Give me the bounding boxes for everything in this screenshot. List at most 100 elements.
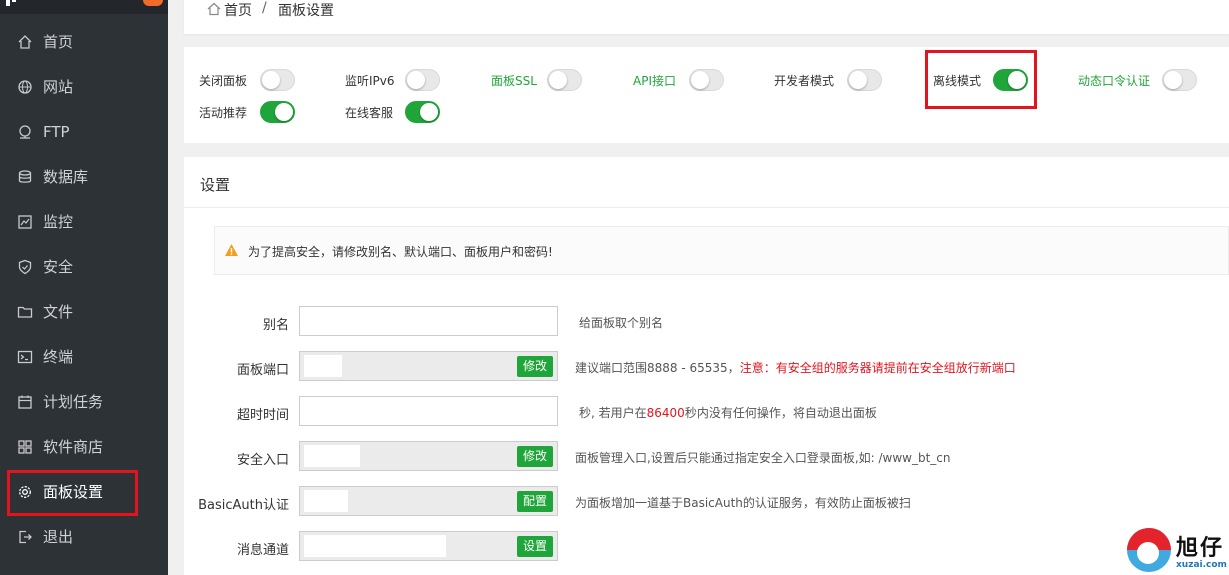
switch[interactable]	[405, 69, 440, 91]
toggle-label: 活动推荐	[199, 105, 248, 120]
sidebar-item-label: 终端	[43, 348, 74, 366]
switch-knob	[262, 71, 280, 89]
sidebar-item-label: 计划任务	[43, 393, 104, 411]
switch[interactable]	[260, 101, 295, 123]
switch[interactable]	[405, 101, 440, 123]
switch-knob	[275, 103, 293, 121]
sidebar-item-label: 安全	[43, 258, 74, 276]
toggle-label: 监听IPv6	[345, 73, 395, 88]
warning-banner: 为了提高安全，请修改别名、默认端口、面板用户和密码!	[214, 226, 1229, 275]
terminal-icon	[17, 349, 33, 365]
sidebar-item-monitor[interactable]: 监控	[0, 199, 168, 244]
timeout-label: 超时时间	[236, 408, 289, 423]
home-icon	[17, 34, 33, 50]
breadcrumb-home[interactable]: 首页	[224, 0, 252, 20]
toggle-developer[interactable]: 开发者模式	[774, 68, 882, 92]
folder-icon	[17, 304, 33, 320]
apps-icon	[17, 439, 33, 455]
channel-set-button[interactable]: 设置	[516, 536, 553, 557]
alias-label: 别名	[262, 318, 289, 333]
toggle-panel: 关闭面板 监听IPv6 面板SSL API接口 开发者模式 离线模式 动态口令认…	[184, 47, 1229, 143]
settings-title: 设置	[200, 176, 231, 194]
calendar-icon	[17, 394, 33, 410]
toggle-label: 关闭面板	[199, 73, 248, 88]
sidebar-item-website[interactable]: 网站	[0, 64, 168, 109]
sidebar-item-store[interactable]: 软件商店	[0, 424, 168, 469]
basicauth-hint: 为面板增加一道基于BasicAuth的认证服务，有效防止面板被扫	[575, 494, 911, 511]
sidebar-item-database[interactable]: 数据库	[0, 154, 168, 199]
toggle-label: 动态口令认证	[1078, 73, 1151, 88]
toggle-close-panel[interactable]: 关闭面板	[199, 68, 295, 92]
warning-icon	[224, 243, 239, 257]
hint-text: 秒, 若用户在	[579, 406, 647, 420]
switch-knob	[849, 71, 867, 89]
toggle-api[interactable]: API接口	[633, 68, 724, 92]
sidebar-item-label: 软件商店	[43, 438, 104, 456]
sidebar-item-security[interactable]: 安全	[0, 244, 168, 289]
switch-knob	[407, 71, 425, 89]
switch[interactable]	[689, 69, 724, 91]
sidebar-item-label: 首页	[43, 33, 74, 51]
switch-knob	[691, 71, 709, 89]
hint-text: 面板管理入口,设置后只能通过指定安全入口登录面板,如: /www_bt_cn	[575, 451, 951, 465]
sidebar-item-label: 数据库	[43, 168, 89, 186]
toggle-support[interactable]: 在线客服	[345, 100, 440, 124]
notification-badge[interactable]	[143, 0, 163, 6]
watermark-emblem	[1127, 528, 1171, 572]
switch-knob	[549, 71, 567, 89]
entrance-label: 安全入口	[236, 453, 289, 468]
port-hint: 建议端口范围8888 - 65535，注意：有安全组的服务器请提前在安全组放行新…	[575, 359, 1016, 376]
channel-label: 消息通道	[236, 543, 289, 558]
toggle-ipv6[interactable]: 监听IPv6	[345, 68, 440, 92]
logo	[6, 0, 20, 13]
watermark-logo: 旭仔 xuzai.com	[1124, 526, 1229, 575]
sidebar-item-label: 文件	[43, 303, 74, 321]
alias-input[interactable]	[299, 306, 558, 336]
watermark-text: 旭仔	[1176, 535, 1225, 561]
home-icon[interactable]	[206, 1, 222, 17]
sidebar-item-label: 监控	[43, 213, 74, 231]
breadcrumb-separator: /	[262, 0, 267, 16]
switch[interactable]	[847, 69, 882, 91]
toggle-recommend[interactable]: 活动推荐	[199, 100, 295, 124]
sidebar-item-label: FTP	[43, 122, 70, 141]
sidebar-item-terminal[interactable]: 终端	[0, 334, 168, 379]
hint-text: 建议端口范围8888 - 65535，	[575, 361, 740, 375]
warning-text: 为了提高安全，请修改别名、默认端口、面板用户和密码!	[248, 245, 553, 259]
switch[interactable]	[1162, 69, 1197, 91]
timeout-input[interactable]	[299, 396, 558, 426]
basicauth-value	[304, 490, 348, 512]
toggle-label: 在线客服	[345, 105, 394, 120]
toggle-totp[interactable]: 动态口令认证	[1078, 68, 1197, 92]
entrance-hint: 面板管理入口,设置后只能通过指定安全入口登录面板,如: /www_bt_cn	[575, 449, 951, 466]
sidebar: 首页 网站 FTP 数据库 监控 安全 文件 终端 计划任务 软件商店 面板设置	[0, 0, 168, 575]
entrance-input[interactable]: 修改	[299, 441, 558, 471]
timeout-hint: 秒, 若用户在86400秒内没有任何操作，将自动退出面板	[579, 404, 877, 421]
switch[interactable]	[260, 69, 295, 91]
hint-warning: 注意：有安全组的服务器请提前在安全组放行新端口	[739, 361, 1016, 375]
toggle-label: 开发者模式	[774, 73, 835, 88]
toggle-ssl[interactable]: 面板SSL	[491, 68, 582, 92]
port-edit-button[interactable]: 修改	[516, 356, 553, 377]
channel-value	[304, 535, 446, 557]
database-icon	[17, 169, 33, 185]
sidebar-item-cron[interactable]: 计划任务	[0, 379, 168, 424]
sidebar-item-files[interactable]: 文件	[0, 289, 168, 334]
sidebar-item-ftp[interactable]: FTP	[0, 109, 168, 154]
switch-knob	[1164, 71, 1182, 89]
settings-panel: 设置 为了提高安全，请修改别名、默认端口、面板用户和密码! 别名 给面板取个别名…	[184, 157, 1229, 575]
ftp-icon	[17, 124, 33, 140]
watermark-domain: xuzai.com	[1176, 560, 1227, 570]
channel-input[interactable]: 设置	[299, 531, 558, 561]
entrance-edit-button[interactable]: 修改	[516, 446, 553, 467]
basicauth-input[interactable]: 配置	[299, 486, 558, 516]
port-input[interactable]: 修改	[299, 351, 558, 381]
switch-knob	[420, 103, 438, 121]
breadcrumb: 首页 / 面板设置	[184, 0, 1229, 34]
switch[interactable]	[547, 69, 582, 91]
basicauth-config-button[interactable]: 配置	[516, 491, 553, 512]
sidebar-item-logout[interactable]: 退出	[0, 514, 168, 559]
highlight-box	[7, 470, 138, 516]
entrance-value	[304, 445, 360, 467]
sidebar-item-home[interactable]: 首页	[0, 19, 168, 64]
